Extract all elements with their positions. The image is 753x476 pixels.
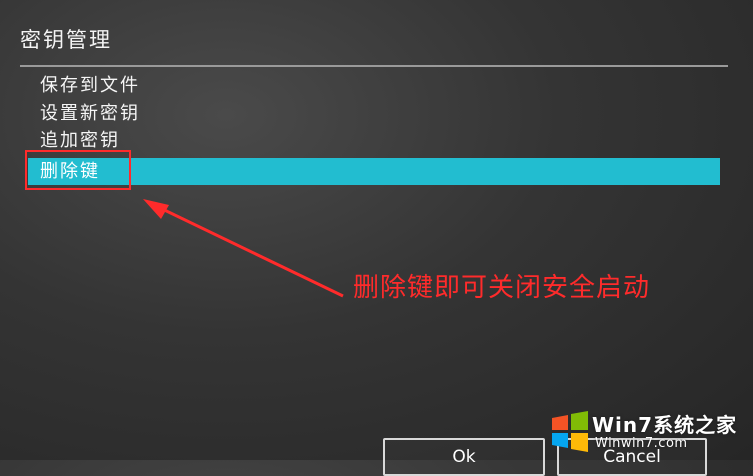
annotation-text: 删除键即可关闭安全启动 bbox=[353, 273, 651, 303]
menu-item-set-new-key[interactable]: 设置新密钥 bbox=[28, 100, 720, 128]
menu-item-delete-key[interactable]: 删除键 bbox=[28, 158, 720, 185]
ok-button[interactable]: Ok bbox=[383, 438, 545, 476]
watermark-brand: Win7系统之家 bbox=[592, 413, 738, 437]
menu-item-append-key[interactable]: 追加密钥 bbox=[28, 127, 720, 155]
title-divider bbox=[20, 65, 728, 67]
cancel-button[interactable]: Cancel bbox=[557, 438, 707, 476]
menu-item-save-to-file[interactable]: 保存到文件 bbox=[28, 72, 720, 100]
red-annotation-arrow-icon bbox=[143, 199, 344, 298]
secure-boot-key-management-screen: 密钥管理 保存到文件 设置新密钥 追加密钥 删除键 删除键即可关闭安全启动 Ok… bbox=[0, 0, 753, 476]
dialog-title: 密钥管理 bbox=[20, 28, 112, 52]
